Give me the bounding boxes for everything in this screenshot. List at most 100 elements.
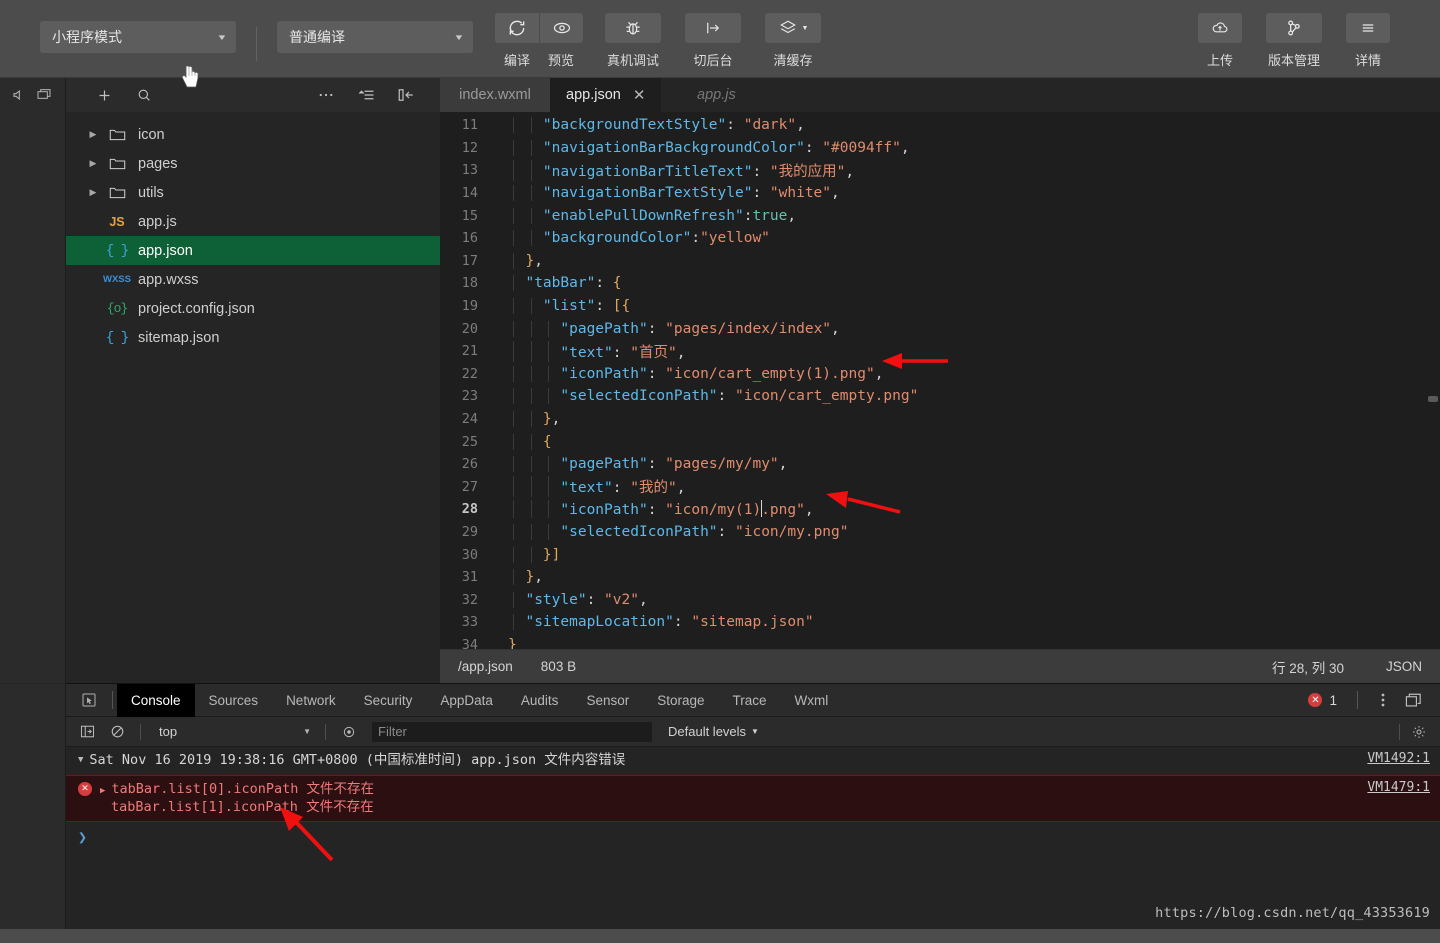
tree-item-label: pages — [138, 155, 178, 172]
line-number: 18 — [461, 275, 478, 292]
mode-select[interactable]: 小程序模式 ▼ — [40, 21, 236, 53]
console-levels-select[interactable]: Default levels ▼ — [668, 724, 759, 739]
tree-item-app-wxss[interactable]: WXSS app.wxss — [66, 265, 440, 294]
code-text: "list": [{ — [500, 298, 630, 315]
tree-item-icon[interactable]: ▶ icon — [66, 120, 440, 149]
indent-guide-line — [530, 230, 532, 247]
chevron-down-icon: ▼ — [216, 32, 228, 42]
tree-item-utils[interactable]: ▶ utils — [66, 178, 440, 207]
more-icon[interactable] — [306, 80, 346, 110]
tree-item-app-js[interactable]: JS app.js — [66, 207, 440, 236]
tab-storage[interactable]: Storage — [643, 684, 718, 717]
panel-toggle-icon[interactable] — [386, 80, 426, 110]
console-toolbar: top ▼ Default levels ▼ — [66, 717, 1440, 747]
tab-label: Network — [286, 692, 336, 708]
tab-sources[interactable]: Sources — [195, 684, 273, 717]
chevron-right-icon: ▶ — [89, 187, 97, 197]
tab-network[interactable]: Network — [272, 684, 350, 717]
code-text: "iconPath": "icon/my(1).png", — [500, 500, 814, 519]
devtools-more-icon[interactable] — [1368, 688, 1398, 712]
mode-select-label: 小程序模式 — [52, 29, 122, 45]
console-source-link[interactable]: VM1479:1 — [1367, 780, 1430, 795]
switch-background-label: 切后台 — [693, 53, 733, 68]
chevron-down-icon[interactable]: ▼ — [78, 755, 83, 765]
version-management-button[interactable]: 版本管理 — [1266, 13, 1322, 69]
switch-background-button[interactable]: 切后台 — [685, 13, 741, 69]
code-text: "navigationBarBackgroundColor": "#0094ff… — [500, 139, 910, 156]
details-button-label: 详情 — [1354, 53, 1381, 68]
line-number: 30 — [461, 546, 478, 563]
line-number: 20 — [461, 320, 478, 337]
upload-button[interactable]: 上传 — [1198, 13, 1242, 69]
version-management-label: 版本管理 — [1267, 53, 1320, 68]
indent-guide-line — [513, 298, 515, 315]
indent-guide-line — [513, 275, 515, 292]
devtools-dock-icon[interactable] — [1398, 688, 1428, 712]
indent-guide-line — [530, 411, 532, 428]
config-file-icon: {o} — [106, 301, 128, 316]
search-icon[interactable] — [124, 80, 164, 110]
tree-item-label: icon — [138, 126, 165, 143]
details-button[interactable]: 详情 — [1346, 13, 1390, 69]
tree-item-pages[interactable]: ▶ pages — [66, 149, 440, 178]
line-number: 24 — [461, 411, 478, 428]
collapse-all-icon[interactable] — [346, 80, 386, 110]
compile-button-label: 编译 — [503, 53, 530, 68]
devtools-left-gutter — [0, 684, 66, 943]
error-count-badge[interactable]: ✕ 1 — [1308, 693, 1337, 708]
code-line: 19 "list": [{ — [440, 295, 1440, 318]
tree-item-app-json[interactable]: { } app.json — [66, 236, 440, 265]
console-eye-icon[interactable] — [336, 721, 362, 743]
tab-wxml[interactable]: Wxml — [781, 684, 843, 717]
tab-appdata[interactable]: AppData — [426, 684, 507, 717]
console-error-row[interactable]: ✕ ▶ tabBar.list[0].iconPath 文件不存在 tabBar.l… — [66, 774, 1440, 822]
chevron-down-icon: ▼ — [303, 727, 311, 736]
editor-scrollbar-thumb[interactable] — [1428, 396, 1438, 402]
tab-console[interactable]: Console — [117, 683, 195, 717]
indent-guide-line — [513, 139, 515, 156]
clear-console-icon[interactable] — [104, 721, 130, 743]
preview-button[interactable]: 预览 — [539, 13, 583, 69]
code-line: 30 }] — [440, 543, 1440, 566]
close-icon[interactable]: ✕ — [633, 88, 646, 103]
chevron-down-icon: ▼ — [453, 32, 465, 42]
line-number: 16 — [461, 230, 478, 247]
indent-guide-line — [530, 159, 532, 181]
add-icon[interactable] — [84, 80, 124, 110]
tree-item-sitemap-json[interactable]: { } sitemap.json — [66, 323, 440, 352]
compile-button[interactable]: 编译 — [495, 13, 539, 69]
tab-app-json[interactable]: app.json ✕ — [550, 78, 662, 112]
console-prompt[interactable]: ❯ — [66, 822, 1440, 852]
real-device-debug-button[interactable]: 真机调试 — [605, 13, 661, 69]
inspect-element-icon[interactable] — [70, 692, 108, 708]
line-number: 26 — [461, 456, 478, 473]
compile-select[interactable]: 普通编译 ▼ — [277, 21, 473, 53]
editor-scrollbar[interactable] — [1426, 146, 1440, 649]
code-text: "selectedIconPath": "icon/my.png" — [500, 523, 849, 540]
console-group-row[interactable]: ▼ Sat Nov 16 2019 19:38:16 GMT+0800 (中国标… — [66, 747, 1440, 775]
code-editor[interactable]: 11 "backgroundTextStyle": "dark", 12 "nav… — [440, 112, 1440, 649]
console-filter-input[interactable] — [372, 721, 652, 742]
code-line: 20 "pagePath": "pages/index/index", — [440, 317, 1440, 340]
simulator-icon[interactable] — [12, 87, 28, 103]
tree-item-project-config[interactable]: {o} project.config.json — [66, 294, 440, 323]
line-number: 25 — [461, 433, 478, 450]
status-language[interactable]: JSON — [1386, 659, 1422, 674]
tab-security[interactable]: Security — [350, 684, 427, 717]
console-output[interactable]: ▼ Sat Nov 16 2019 19:38:16 GMT+0800 (中国标… — [66, 747, 1440, 943]
indent-guide-line — [548, 365, 550, 382]
editor-icon[interactable] — [35, 87, 53, 103]
tab-trace[interactable]: Trace — [719, 684, 781, 717]
console-sidebar-icon[interactable] — [74, 721, 100, 743]
console-error-message: ▶ tabBar.list[0].iconPath 文件不存在 tabBar.lis… — [100, 780, 1355, 817]
chevron-right-icon[interactable]: ▶ — [100, 786, 105, 796]
console-context-select[interactable]: top ▼ — [155, 722, 315, 742]
indent-guide-line — [513, 591, 515, 608]
tab-audits[interactable]: Audits — [507, 684, 573, 717]
console-source-link[interactable]: VM1492:1 — [1367, 751, 1430, 766]
tab-index-wxml[interactable]: index.wxml — [440, 78, 550, 112]
tab-sensor[interactable]: Sensor — [572, 684, 643, 717]
clear-cache-button[interactable]: ▼ 清缓存 — [765, 13, 821, 69]
console-settings-gear-icon[interactable] — [1406, 721, 1432, 743]
tab-app-js[interactable]: app.js — [661, 78, 772, 112]
